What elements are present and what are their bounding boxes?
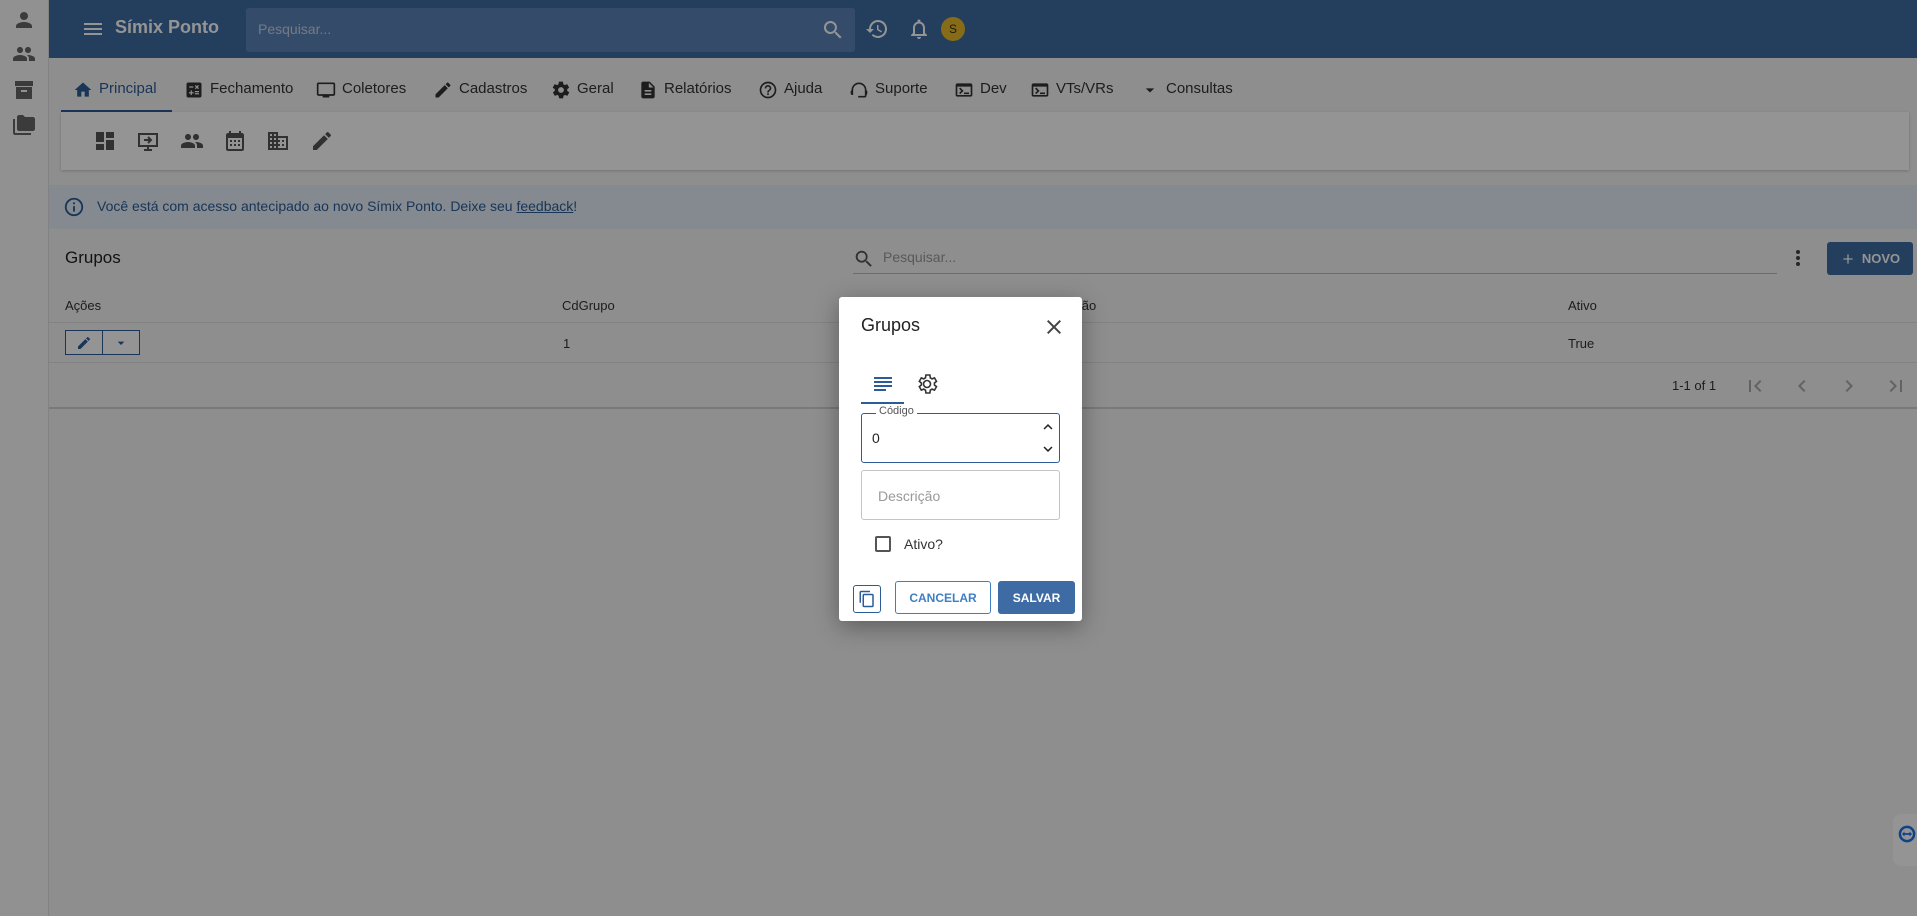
chevron-up-icon[interactable]	[1039, 418, 1057, 436]
chevron-down-icon[interactable]	[1039, 440, 1057, 458]
active-tab-indicator	[861, 402, 904, 404]
copy-icon	[859, 590, 874, 608]
codigo-input[interactable]	[872, 430, 1022, 446]
save-button[interactable]: SALVAR	[998, 581, 1075, 614]
descricao-input[interactable]	[878, 488, 1048, 504]
cancel-button[interactable]: CANCELAR	[895, 581, 991, 614]
codigo-field: Código	[861, 405, 1060, 463]
settings-tab-icon[interactable]	[915, 372, 939, 396]
codigo-label: Código	[876, 405, 917, 417]
descricao-field	[861, 470, 1060, 520]
details-tab-icon[interactable]	[871, 372, 895, 396]
grupos-dialog: Grupos Código Ativo? CANCELAR SALVAR	[839, 297, 1082, 621]
ativo-label: Ativo?	[904, 536, 943, 552]
copy-button[interactable]	[853, 585, 881, 613]
close-icon[interactable]	[1042, 315, 1066, 339]
ativo-checkbox[interactable]	[875, 536, 891, 552]
dialog-title: Grupos	[861, 315, 921, 335]
